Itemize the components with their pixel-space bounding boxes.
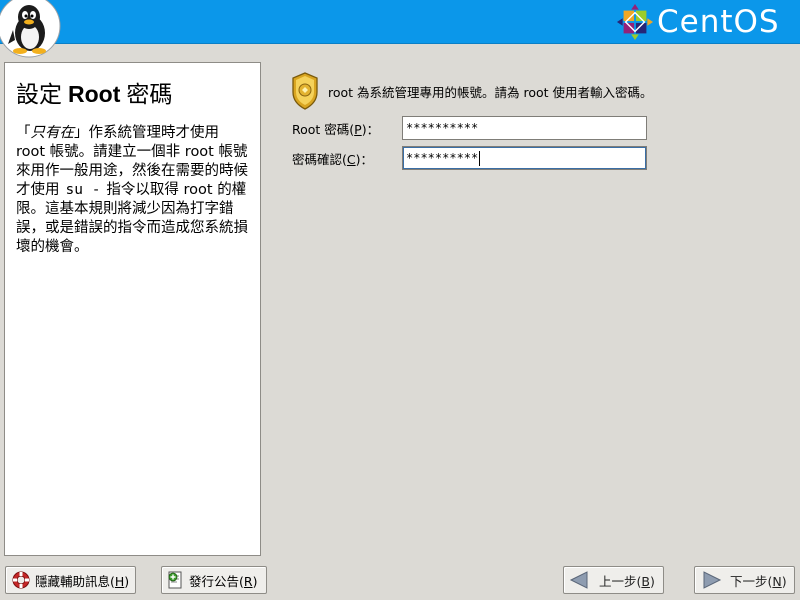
next-arrow-icon [703, 571, 722, 589]
next-label: 下一步(N) [730, 571, 787, 590]
root-password-input[interactable]: ********** [402, 116, 647, 140]
confirm-password-value: ********** [406, 151, 479, 165]
password-label-text: Root 密碼( [292, 121, 355, 137]
back-end: ) [649, 573, 655, 589]
centos-mark-icon [616, 3, 654, 41]
help-text-command: su - [65, 182, 101, 198]
password-label-end: )： [361, 121, 380, 137]
confirm-label-text: 密碼確認( [292, 151, 347, 167]
password-label: Root 密碼(P)： [292, 119, 402, 138]
release-notes-end: ) [252, 573, 258, 589]
help-text-italic: 只有在 [30, 125, 75, 141]
next-key: N [772, 573, 782, 589]
intro-row: root 為系統管理專用的帳號。請為 root 使用者輸入密碼。 [290, 70, 790, 112]
centos-brand-text: CentOS [657, 4, 780, 40]
release-notes-label: 發行公告(R) [189, 571, 257, 590]
main-content: root 為系統管理專用的帳號。請為 root 使用者輸入密碼。 [290, 70, 790, 112]
help-text: 「只有在」作系統管理時才使用 root 帳號。請建立一個非 root 帳號來用作… [16, 124, 250, 257]
back-arrow-icon [569, 571, 588, 589]
back-label-text: 上一步( [599, 573, 642, 589]
root-password-value: ********** [406, 121, 479, 135]
hide-help-label-text: 隱藏輔助訊息( [35, 573, 115, 589]
back-key: B [641, 573, 650, 589]
help-title: 設定 Root 密碼 [16, 79, 250, 110]
next-button[interactable]: 下一步(N) [694, 566, 795, 594]
security-badge-icon [292, 72, 318, 110]
back-button[interactable]: 上一步(B) [563, 566, 664, 594]
next-label-text: 下一步( [730, 573, 773, 589]
help-title-post: 密碼 [126, 82, 173, 108]
help-text-root: root [184, 144, 214, 160]
hide-help-key: H [114, 573, 125, 589]
hide-help-button[interactable]: 隱藏輔助訊息(H) [5, 566, 136, 594]
top-banner: CentOS [0, 0, 800, 44]
password-label-key: P [354, 121, 362, 137]
confirm-label-key: C [346, 151, 356, 167]
tux-penguin-icon [0, 0, 61, 58]
release-notes-label-text: 發行公告( [189, 573, 244, 589]
next-end: ) [781, 573, 787, 589]
centos-logo: CentOS [616, 3, 796, 41]
hide-help-label: 隱藏輔助訊息(H) [35, 571, 129, 590]
release-notes-button[interactable]: 發行公告(R) [161, 566, 267, 594]
intro-text: root 為系統管理專用的帳號。請為 root 使用者輸入密碼。 [328, 84, 653, 100]
confirm-password-input[interactable]: ********** [402, 146, 647, 170]
back-label: 上一步(B) [599, 571, 655, 590]
help-title-pre: 設定 [16, 82, 62, 108]
help-panel: 設定 Root 密碼 「只有在」作系統管理時才使用 root 帳號。請建立一個非 r… [4, 62, 261, 556]
confirm-label-end: )： [355, 151, 374, 167]
text-cursor [479, 151, 481, 166]
confirm-row: 密碼確認(C)： ********** [292, 146, 647, 170]
help-title-bold: Root [68, 81, 121, 107]
release-notes-key: R [243, 573, 253, 589]
password-row: Root 密碼(P)： ********** [292, 116, 647, 140]
release-notes-icon [168, 571, 182, 589]
help-text-open: 「 [16, 125, 31, 141]
hide-help-end: ) [124, 573, 130, 589]
lifebuoy-icon [12, 571, 30, 589]
confirm-label: 密碼確認(C)： [292, 149, 402, 168]
